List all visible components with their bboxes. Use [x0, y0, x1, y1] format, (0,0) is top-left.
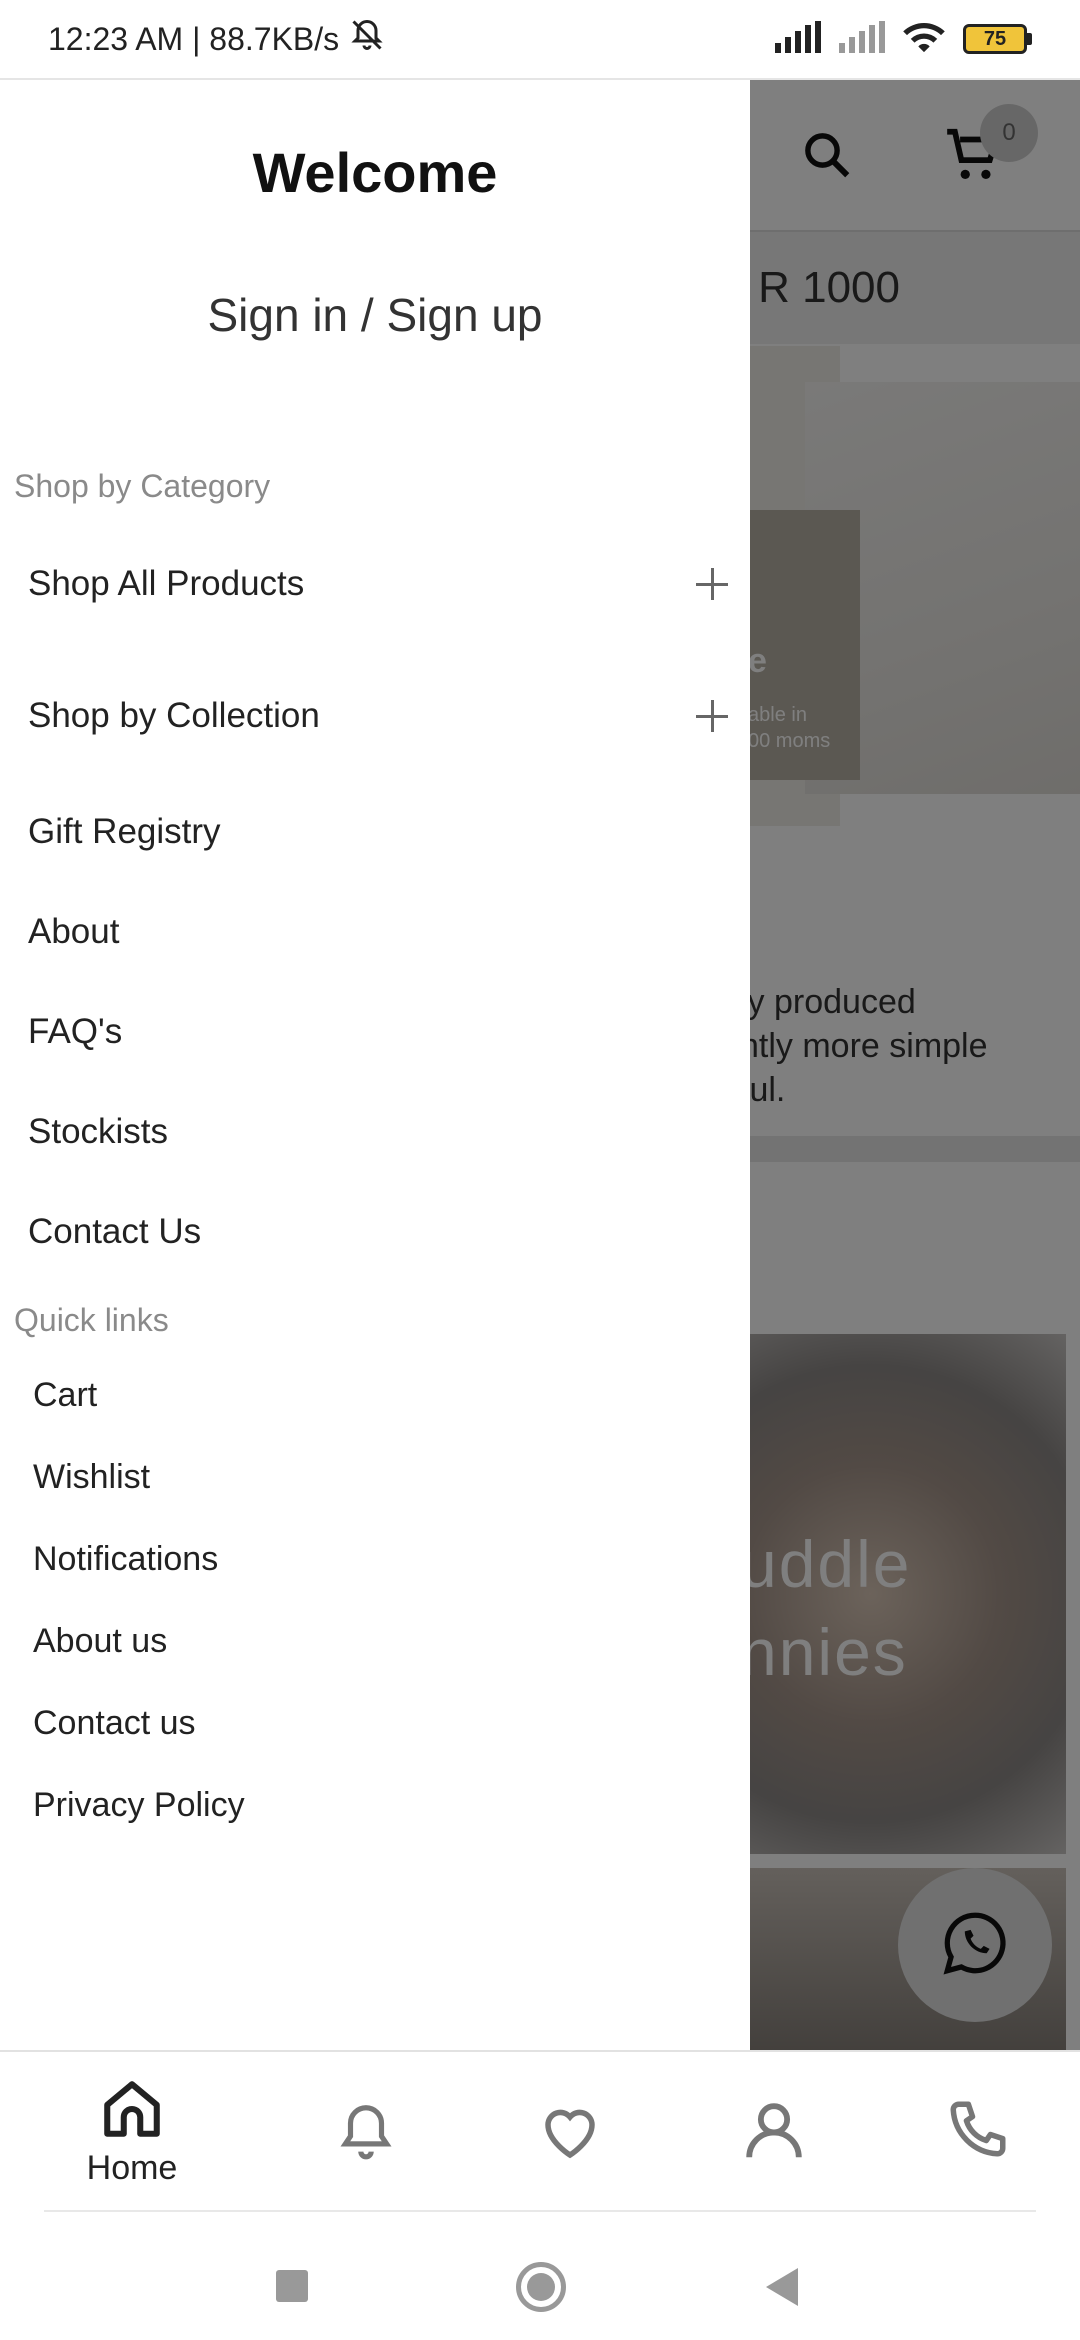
quick-link-cart[interactable]: Cart: [33, 1376, 97, 1415]
nav-wishlist[interactable]: [510, 2100, 630, 2171]
status-left: 12:23 AM | 88.7KB/s: [48, 17, 385, 61]
menu-item-label: Gift Registry: [28, 812, 221, 851]
battery-tip: [1027, 33, 1032, 45]
phone-icon: [945, 2096, 1011, 2167]
mute-bell-icon: [349, 17, 385, 61]
screen: 12:23 AM | 88.7KB/s 75 Welcome Sign in /…: [0, 0, 1080, 2340]
battery-icon: 75: [963, 24, 1032, 54]
menu-item-stockists[interactable]: Stockists: [28, 1112, 728, 1152]
quick-links-label: Quick links: [14, 1302, 169, 1338]
quick-link-contact-us[interactable]: Contact us: [33, 1704, 196, 1743]
battery-level: 75: [963, 24, 1027, 54]
menu-item-contact-us[interactable]: Contact Us: [28, 1212, 728, 1252]
system-home-dot: [527, 2273, 555, 2301]
system-nav-bar: [0, 2212, 1080, 2340]
menu-item-label: FAQ's: [28, 1012, 123, 1051]
home-icon: [99, 2076, 165, 2147]
menu-item-label: About: [28, 912, 120, 951]
signin-link[interactable]: Sign in / Sign up: [0, 288, 750, 342]
navigation-drawer: Welcome Sign in / Sign up Shop by Catego…: [0, 80, 750, 2050]
quick-link-notifications[interactable]: Notifications: [33, 1540, 218, 1579]
nav-account[interactable]: [714, 2096, 834, 2171]
plus-icon[interactable]: [696, 568, 728, 600]
menu-item-about[interactable]: About: [28, 912, 728, 952]
bell-icon: [335, 2100, 397, 2167]
user-icon: [739, 2096, 809, 2171]
status-bar: 12:23 AM | 88.7KB/s 75: [0, 0, 1080, 80]
status-right: 75: [773, 20, 1032, 59]
menu-item-gift-registry[interactable]: Gift Registry: [28, 812, 728, 852]
status-time-speed: 12:23 AM | 88.7KB/s: [48, 20, 340, 57]
nav-notifications[interactable]: [306, 2100, 426, 2167]
nav-home[interactable]: Home: [72, 2076, 192, 2188]
menu-item-shop-all-products[interactable]: Shop All Products: [28, 564, 728, 604]
signal-icon: [773, 20, 821, 58]
system-back-button[interactable]: [766, 2268, 798, 2306]
system-home-button[interactable]: [516, 2262, 566, 2312]
wifi-icon: [901, 20, 947, 59]
quick-link-about-us[interactable]: About us: [33, 1622, 167, 1661]
signal-secondary-icon: [837, 20, 885, 58]
category-section-label: Shop by Category: [14, 468, 271, 504]
menu-item-faqs[interactable]: FAQ's: [28, 1012, 728, 1052]
drawer-title: Welcome: [252, 141, 498, 204]
recent-apps-button[interactable]: [276, 2270, 308, 2302]
plus-icon[interactable]: [696, 700, 728, 732]
menu-item-label: Contact Us: [28, 1212, 202, 1251]
menu-item-label: Stockists: [28, 1112, 169, 1151]
quick-link-privacy-policy[interactable]: Privacy Policy: [33, 1786, 245, 1825]
nav-home-label: Home: [86, 2149, 178, 2187]
quick-link-wishlist[interactable]: Wishlist: [33, 1458, 150, 1497]
nav-call[interactable]: [918, 2096, 1038, 2167]
heart-icon: [537, 2100, 603, 2171]
menu-item-label: Shop by Collection: [28, 696, 320, 735]
bottom-nav: Home: [0, 2050, 1080, 2210]
menu-item-shop-by-collection[interactable]: Shop by Collection: [28, 696, 728, 736]
menu-item-label: Shop All Products: [28, 564, 305, 603]
